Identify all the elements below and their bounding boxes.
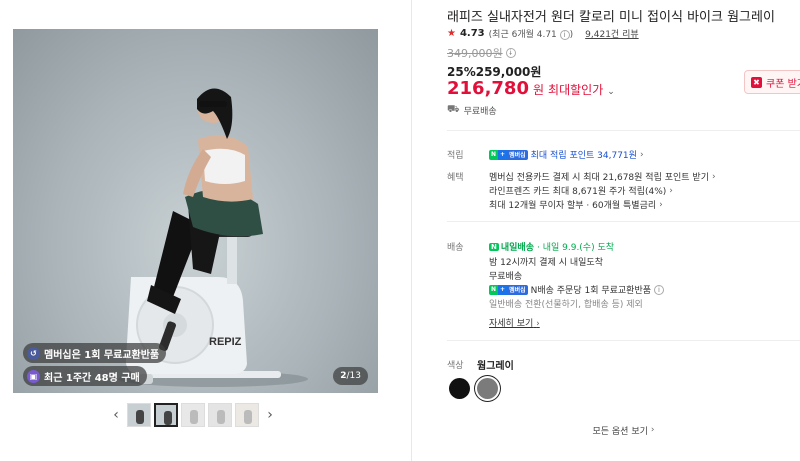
perk-text-1: 멤버십 전용카드 결제 시 최대 21,678원 적립 포인트 받기: [489, 173, 709, 183]
color-swatch-warm-gray[interactable]: [477, 378, 498, 399]
thumbnail-5[interactable]: [235, 403, 259, 427]
bike-brand-text: REPIZ: [209, 336, 242, 348]
detail-link-label: 자세히 보기: [489, 319, 534, 329]
selected-color: 웜그레이: [477, 361, 514, 372]
original-price: 349,000원 i: [447, 45, 516, 61]
max-discount-unit: 원: [532, 83, 545, 97]
points-label: 적립: [447, 151, 464, 161]
max-discount-price: 216,780: [447, 78, 529, 99]
thumb-next-arrow-icon[interactable]: ›: [262, 403, 278, 427]
sale-price: 259,000원: [475, 65, 542, 79]
membership-return-text: 멤버십은 1회 무료교환반품: [44, 349, 160, 361]
tomorrow-delivery-row: N 내일배송 · 내일 9.9.(수) 도착: [489, 240, 614, 253]
perk-item-1[interactable]: 멤버십 전용카드 결제 시 최대 21,678원 적립 포인트 받기 ›: [489, 170, 716, 184]
perk-text-2: 라인프렌즈 카드 최대 8,671원 주가 적립(4%): [489, 187, 667, 197]
page-total: /13: [346, 371, 361, 381]
naverpay-membership-badge: N + 멤버십: [489, 284, 528, 295]
divider: [447, 130, 800, 131]
max-discount-row[interactable]: 216,780 원 최대할인가 ⌄: [447, 78, 615, 99]
discount-rate: 25%: [447, 65, 476, 79]
color-swatch-black[interactable]: [449, 378, 470, 399]
perk-item-2[interactable]: 라인프렌즈 카드 최대 8,671원 주가 적립(4%) ›: [489, 184, 673, 198]
chevron-right-icon: ›: [659, 199, 663, 210]
chevron-right-icon: ›: [711, 171, 716, 182]
thumbnail-1[interactable]: [127, 403, 151, 427]
price-info-icon[interactable]: i: [505, 48, 516, 58]
product-info-panel: 래피즈 실내자전거 원더 칼로리 미니 접이식 바이크 웜그레이 ★ 4.73 …: [447, 0, 800, 461]
naverpay-membership-badge: N + 멤버십: [489, 149, 528, 160]
more-options-button[interactable]: 모든 옵션 보기 ›: [447, 418, 800, 442]
bag-icon: ▣: [27, 369, 40, 383]
free-shipping-row: ⛟ 무료배송: [447, 104, 497, 117]
shipping-label: 배송: [447, 243, 464, 253]
thumbnail-3[interactable]: [181, 403, 205, 427]
refresh-icon: ↺: [27, 346, 40, 360]
chevron-right-icon: ›: [650, 425, 655, 435]
truck-icon: ⛟: [447, 104, 460, 115]
review-count-link[interactable]: 9,421건 리뷰: [585, 27, 638, 40]
tomorrow-delivery-badge: N 내일배송: [489, 242, 534, 253]
n-return-row: N + 멤버십 N배송 주문당 1회 무료교환반품 i: [489, 283, 665, 296]
perk-text-3: 최대 12개월 무이자 할부 · 60개월 특별금리: [489, 201, 657, 211]
max-discount-label: 최대할인가: [548, 83, 604, 97]
product-photo-image: REPIZ: [118, 88, 308, 387]
shipping-free: 무료배송: [489, 272, 523, 282]
thumbnail-strip: ‹ ›: [108, 403, 278, 427]
perk-item-3[interactable]: 최대 12개월 무이자 할부 · 60개월 특별금리 ›: [489, 198, 663, 212]
main-product-photo[interactable]: REPIZ ↺ 멤버십은 1회 무료교환반품 ▣ 최근 1주간 48명 구매 2…: [13, 29, 378, 393]
coupon-button[interactable]: ✖ 쿠폰 받기: [744, 70, 800, 94]
tomorrow-delivery-date: · 내일 9.9.(수) 도착: [536, 243, 615, 253]
delivery-cutoff: 밤 12시까지 결제 시 내일도착: [489, 258, 603, 268]
n-return-text: N배송 주문당 1회 무료교환반품: [530, 286, 652, 296]
product-gallery: REPIZ ↺ 멤버십은 1회 무료교환반품 ▣ 최근 1주간 48명 구매 2…: [0, 0, 412, 461]
rating-score: 4.73: [459, 28, 485, 39]
thumbnail-4[interactable]: [208, 403, 232, 427]
image-page-counter: 2 /13: [333, 367, 368, 385]
points-text: 최대 적립 포인트 34,771원: [530, 151, 637, 161]
original-price-value: 349,000원: [447, 47, 503, 60]
divider: [447, 340, 800, 341]
thumb-prev-arrow-icon[interactable]: ‹: [108, 403, 124, 427]
recent-purchase-text: 최근 1주간 48명 구매: [44, 372, 140, 384]
color-label: 색상: [447, 361, 464, 371]
more-options-label: 모든 옵션 보기: [592, 426, 648, 437]
rating-detail: (최근 6개월 4.71 i): [488, 30, 574, 40]
coupon-button-label: 쿠폰 받기: [766, 78, 800, 90]
chevron-right-icon: ›: [536, 319, 540, 329]
star-icon: ★: [447, 28, 456, 39]
rating-row: ★ 4.73 (최근 6개월 4.71 i) 9,421건 리뷰: [447, 27, 639, 40]
shipping-exception: 일반배송 전환(선물하기, 합배송 등) 제외: [489, 300, 643, 310]
chevron-down-icon: ⌄: [607, 87, 615, 97]
info-icon[interactable]: i: [559, 30, 570, 40]
thumbnail-2[interactable]: [154, 403, 178, 427]
shipping-detail-link[interactable]: 자세히 보기 ›: [489, 316, 540, 329]
recent-purchase-badge: ▣ 최근 1주간 48명 구매: [23, 366, 147, 386]
chevron-right-icon: ›: [669, 185, 673, 196]
info-icon[interactable]: i: [654, 284, 665, 295]
membership-return-badge: ↺ 멤버십은 1회 무료교환반품: [23, 343, 167, 363]
points-row[interactable]: N + 멤버십 최대 적립 포인트 34,771원 ›: [489, 148, 644, 161]
free-shipping-text: 무료배송: [463, 107, 497, 117]
perks-label: 혜택: [447, 173, 464, 183]
divider: [447, 221, 800, 222]
chevron-right-icon: ›: [639, 149, 644, 160]
product-title: 래피즈 실내자전거 원더 칼로리 미니 접이식 바이크 웜그레이: [447, 10, 775, 25]
coupon-icon: ✖: [751, 76, 762, 88]
